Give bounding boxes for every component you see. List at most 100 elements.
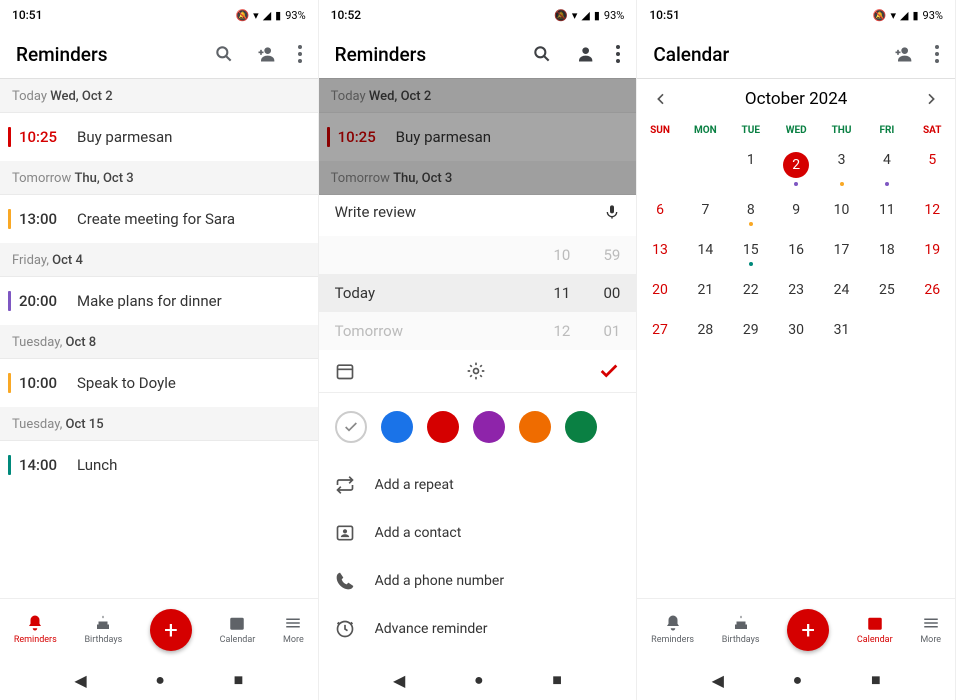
color-none[interactable] xyxy=(335,411,367,443)
nav-more[interactable]: More xyxy=(920,614,941,645)
confirm-icon[interactable] xyxy=(598,360,620,382)
calendar-day[interactable]: 27 xyxy=(637,312,682,352)
nav-calendar[interactable]: Calendar xyxy=(857,614,893,645)
wifi-icon: ▾ xyxy=(253,9,259,22)
calendar-day[interactable]: 12 xyxy=(910,192,955,232)
prev-month-icon[interactable] xyxy=(653,91,669,107)
add-person-icon[interactable] xyxy=(893,44,913,64)
calendar-day[interactable]: 23 xyxy=(773,272,818,312)
calendar-day[interactable]: 30 xyxy=(773,312,818,352)
calendar-day[interactable]: 4 xyxy=(864,142,909,192)
color-swatch[interactable] xyxy=(427,411,459,443)
fab-add[interactable]: + xyxy=(150,609,192,651)
nav-more[interactable]: More xyxy=(283,614,304,645)
next-month-icon[interactable] xyxy=(923,91,939,107)
signal-icon: ◢ xyxy=(263,9,271,22)
time-picker[interactable]: 1059Today1100Tomorrow1201 xyxy=(319,236,637,350)
calendar-day xyxy=(864,312,909,352)
sys-home[interactable]: ● xyxy=(793,670,803,690)
sys-recent[interactable]: ■ xyxy=(552,670,562,690)
advance-icon xyxy=(335,619,355,639)
calendar-grid[interactable]: 1234567891011121314151617181920212223242… xyxy=(637,142,955,352)
calendar-day[interactable]: 5 xyxy=(910,142,955,192)
sys-back[interactable]: ◀ xyxy=(393,671,405,690)
picker-row[interactable]: Tomorrow1201 xyxy=(319,312,637,350)
reminder-row[interactable]: 10:25Buy parmesan xyxy=(0,113,318,161)
section-header: Tuesday, Oct 8 xyxy=(0,325,318,359)
add-person-icon xyxy=(574,44,594,64)
nav-birthdays[interactable]: Birthdays xyxy=(84,614,122,645)
add-person-icon[interactable] xyxy=(256,44,276,64)
sys-home[interactable]: ● xyxy=(474,670,484,690)
color-swatch[interactable] xyxy=(473,411,505,443)
fab-add[interactable]: + xyxy=(787,609,829,651)
calendar-day[interactable]: 9 xyxy=(773,192,818,232)
calendar-day[interactable]: 18 xyxy=(864,232,909,272)
reminder-row[interactable]: 10:00Speak to Doyle xyxy=(0,359,318,407)
menu-dots-icon[interactable] xyxy=(298,45,302,63)
status-bar: 10:51 🔕 ▾ ◢ ▮ 93% xyxy=(0,0,318,30)
menu-dots-icon[interactable] xyxy=(935,45,939,63)
calendar-day[interactable]: 26 xyxy=(910,272,955,312)
calendar-day[interactable]: 11 xyxy=(864,192,909,232)
option-advance[interactable]: Advance reminder xyxy=(319,605,637,653)
option-phone[interactable]: Add a phone number xyxy=(319,557,637,605)
calendar-day[interactable]: 7 xyxy=(683,192,728,232)
mute-icon: 🔕 xyxy=(873,9,887,22)
month-title[interactable]: October 2024 xyxy=(669,89,923,109)
nav-birthdays[interactable]: Birthdays xyxy=(722,614,760,645)
sys-home[interactable]: ● xyxy=(155,670,165,690)
calendar-day[interactable]: 13 xyxy=(637,232,682,272)
picker-row[interactable]: Today1100 xyxy=(319,274,637,312)
calendar-day[interactable]: 20 xyxy=(637,272,682,312)
calendar-day[interactable]: 10 xyxy=(819,192,864,232)
reminder-row[interactable]: 14:00Lunch xyxy=(0,441,318,489)
calendar-day[interactable]: 2 xyxy=(773,142,818,192)
color-swatch[interactable] xyxy=(519,411,551,443)
calendar-day[interactable]: 19 xyxy=(910,232,955,272)
option-repeat[interactable]: Add a repeat xyxy=(319,461,637,509)
calendar-day[interactable]: 17 xyxy=(819,232,864,272)
calendar-icon[interactable] xyxy=(335,361,355,381)
calendar-day[interactable]: 8 xyxy=(728,192,773,232)
calendar-day[interactable]: 3 xyxy=(819,142,864,192)
mic-icon[interactable] xyxy=(604,202,620,222)
nav-reminders[interactable]: Reminders xyxy=(14,614,57,645)
sys-recent[interactable]: ■ xyxy=(871,670,881,690)
sys-back[interactable]: ◀ xyxy=(712,671,724,690)
nav-calendar[interactable]: Calendar xyxy=(220,614,256,645)
reminder-list[interactable]: Today Wed, Oct 210:25Buy parmesanTomorro… xyxy=(0,79,318,489)
calendar-day[interactable]: 24 xyxy=(819,272,864,312)
nav-reminders[interactable]: Reminders xyxy=(651,614,694,645)
dow-label: TUE xyxy=(728,119,773,142)
search-icon[interactable] xyxy=(214,44,234,64)
calendar-day[interactable]: 15 xyxy=(728,232,773,272)
sys-back[interactable]: ◀ xyxy=(74,671,86,690)
settings-icon[interactable] xyxy=(466,361,486,381)
mute-icon: 🔕 xyxy=(235,9,249,22)
sys-recent[interactable]: ■ xyxy=(234,670,244,690)
reminder-row[interactable]: 20:00Make plans for dinner xyxy=(0,277,318,325)
page-title: Calendar xyxy=(653,43,893,66)
calendar-day[interactable]: 28 xyxy=(683,312,728,352)
calendar-day[interactable]: 1 xyxy=(728,142,773,192)
reminder-input-row[interactable]: Write review xyxy=(319,188,637,236)
calendar-day[interactable]: 14 xyxy=(683,232,728,272)
calendar-day[interactable]: 16 xyxy=(773,232,818,272)
repeat-icon xyxy=(335,475,355,495)
reminder-row[interactable]: 13:00Create meeting for Sara xyxy=(0,195,318,243)
calendar-day[interactable]: 31 xyxy=(819,312,864,352)
color-swatch[interactable] xyxy=(381,411,413,443)
system-nav: ◀ ● ■ xyxy=(319,660,637,700)
month-nav: October 2024 xyxy=(637,79,955,119)
calendar-day[interactable]: 25 xyxy=(864,272,909,312)
color-swatch[interactable] xyxy=(565,411,597,443)
reminder-input[interactable]: Write review xyxy=(335,203,605,221)
picker-row[interactable]: 1059 xyxy=(319,236,637,274)
calendar-day[interactable]: 22 xyxy=(728,272,773,312)
calendar-day[interactable]: 29 xyxy=(728,312,773,352)
option-contact[interactable]: Add a contact xyxy=(319,509,637,557)
calendar-day xyxy=(910,312,955,352)
calendar-day[interactable]: 6 xyxy=(637,192,682,232)
calendar-day[interactable]: 21 xyxy=(683,272,728,312)
